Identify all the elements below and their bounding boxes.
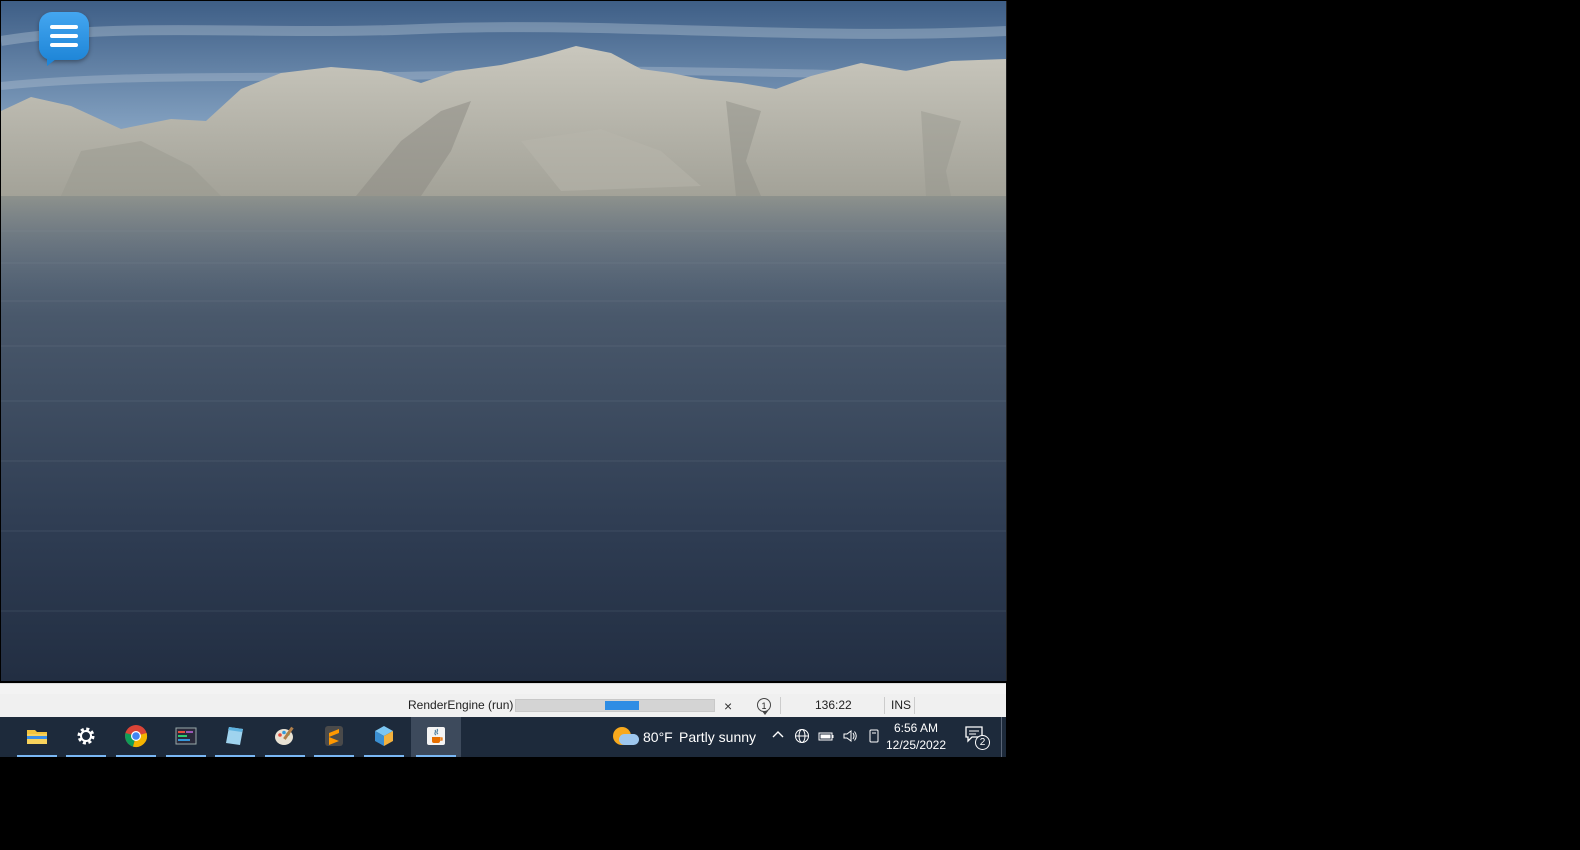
taskbar-sublime-text[interactable] bbox=[312, 717, 356, 757]
notifications-icon[interactable]: 1 bbox=[757, 698, 771, 715]
taskbar-netbeans[interactable] bbox=[362, 717, 406, 757]
status-separator bbox=[884, 697, 885, 714]
taskbar-settings[interactable] bbox=[64, 717, 108, 757]
show-desktop-button[interactable] bbox=[1001, 717, 1007, 757]
taskbar-terminal[interactable] bbox=[164, 717, 208, 757]
cancel-task-button[interactable]: × bbox=[724, 698, 732, 714]
main-menu-button[interactable] bbox=[39, 12, 89, 66]
folder-icon bbox=[27, 730, 47, 744]
notification-count-badge: 2 bbox=[975, 735, 990, 750]
gear-icon bbox=[77, 727, 95, 745]
pen-input-icon[interactable] bbox=[865, 728, 883, 746]
taskbar-file-explorer[interactable] bbox=[15, 717, 59, 757]
running-task-label[interactable]: RenderEngine (run) bbox=[408, 698, 513, 712]
status-separator bbox=[914, 697, 915, 714]
task-progress-bar bbox=[515, 699, 715, 712]
clock-date: 12/25/2022 bbox=[885, 738, 947, 752]
paint-palette-icon bbox=[275, 726, 294, 745]
task-progress-fill bbox=[605, 701, 639, 710]
notepad-icon bbox=[226, 727, 243, 745]
render-viewport[interactable] bbox=[1, 1, 1007, 681]
insert-mode-indicator[interactable]: INS bbox=[891, 698, 911, 712]
battery-icon[interactable] bbox=[817, 728, 835, 746]
desktop-screen: RenderEngine (run) × 1 136:22 INS 80°F P… bbox=[0, 0, 1007, 757]
system-clock[interactable]: 6:56 AM 12/25/2022 bbox=[882, 720, 950, 754]
weather-temperature: 80°F bbox=[643, 729, 673, 745]
windows-taskbar: 80°F Partly sunny 6:56 AM 12/25/2022 2 bbox=[0, 717, 1006, 757]
chevron-up-icon[interactable] bbox=[769, 728, 787, 746]
taskbar-notepad[interactable] bbox=[213, 717, 257, 757]
netbeans-cube-icon bbox=[375, 726, 393, 746]
taskbar-java[interactable] bbox=[411, 717, 461, 757]
sublime-text-icon bbox=[325, 726, 343, 746]
speaker-icon[interactable] bbox=[841, 728, 859, 746]
hamburger-menu-icon bbox=[50, 25, 78, 29]
globe-network-icon[interactable] bbox=[793, 728, 811, 746]
taskbar-chrome[interactable] bbox=[114, 717, 158, 757]
rendered-scene bbox=[1, 1, 1006, 681]
weather-condition: Partly sunny bbox=[679, 729, 757, 745]
ide-status-bar: RenderEngine (run) × 1 136:22 INS bbox=[0, 694, 1006, 717]
caret-position[interactable]: 136:22 bbox=[815, 698, 852, 712]
terminal-icon bbox=[175, 727, 197, 745]
clock-time: 6:56 AM bbox=[893, 721, 939, 735]
java-cup-icon bbox=[427, 727, 445, 745]
chrome-icon bbox=[125, 725, 148, 748]
taskbar-paint[interactable] bbox=[263, 717, 307, 757]
status-separator bbox=[780, 697, 781, 714]
action-center-button[interactable]: 2 bbox=[964, 725, 990, 751]
